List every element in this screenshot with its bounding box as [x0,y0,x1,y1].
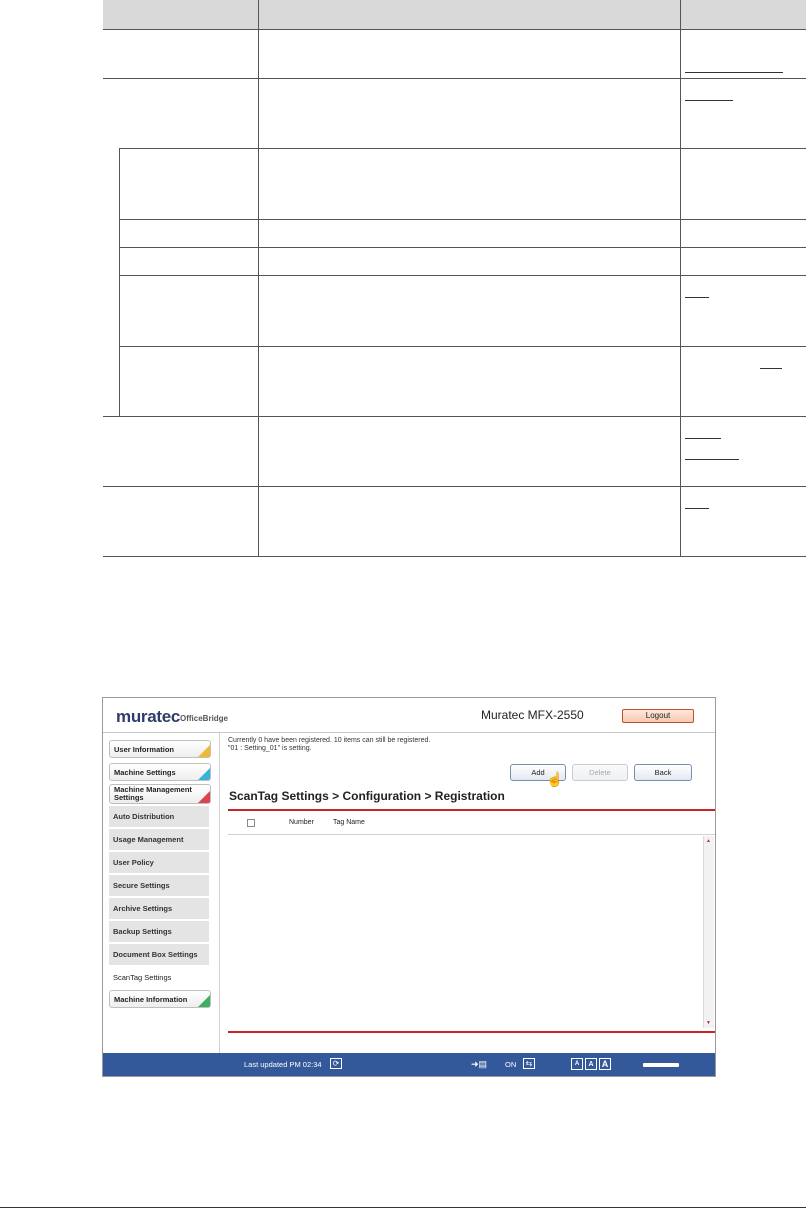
tab-machine-management-settings[interactable]: Machine Management Settings [109,784,211,804]
sidebar-item-archive-settings[interactable]: Archive Settings [109,898,209,920]
product-name: OfficeBridge [180,714,229,723]
status-indicator-bar [643,1063,679,1067]
delete-button[interactable]: Delete [572,764,628,781]
row-divider [119,148,806,149]
tab-machine-information[interactable]: Machine Information [109,990,211,1008]
row-divider [119,346,806,347]
underline-mark [685,297,709,298]
tab-label: Machine Management Settings [114,785,192,802]
sidebar-item-user-policy[interactable]: User Policy [109,852,209,874]
table-header-row [103,0,806,29]
sidebar-item-document-box-settings[interactable]: Document Box Settings [109,944,209,966]
tab-user-information[interactable]: User Information [109,740,211,758]
registration-status: Currently 0 have been registered. 10 ite… [228,737,430,753]
row-divider [103,29,806,30]
font-size-small[interactable]: A [571,1058,583,1070]
current-setting-text: "01 : Setting_01" is setting. [228,745,312,752]
muratec-logo: muratec [116,707,181,726]
switch-icon[interactable]: ⇆ [523,1058,535,1069]
sidebar-item-scantag-settings[interactable]: ScanTag Settings [109,967,209,989]
back-button[interactable]: Back [634,764,692,781]
column-divider [258,0,259,557]
corner-marker-icon [198,768,210,780]
status-bar: Last updated PM 02:34 ⟳ ➜▤ ON ⇆ A A A [103,1053,715,1076]
column-divider [680,0,681,557]
row-divider [103,556,806,557]
header-bar: muratec OfficeBridge Muratec MFX-2550 Lo… [103,698,715,733]
underline-mark [685,72,783,73]
row-divider [103,486,806,487]
model-name: Muratec MFX-2550 [481,708,584,722]
refresh-icon[interactable]: ⟳ [330,1058,342,1069]
list-header: Number Tag Name [228,811,715,835]
main-content: Currently 0 have been registered. 10 ite… [220,733,715,1053]
sidebar: User Information Machine Settings Machin… [103,733,220,1053]
scroll-down-icon[interactable]: ▼ [706,1020,711,1026]
select-all-checkbox[interactable] [247,819,255,827]
scroll-up-icon[interactable]: ▲ [706,838,711,844]
column-header-tag-name: Tag Name [333,819,365,826]
corner-marker-icon [198,995,210,1007]
row-divider [119,219,806,220]
font-size-large[interactable]: A [599,1058,611,1070]
sidebar-item-secure-settings[interactable]: Secure Settings [109,875,209,897]
underline-mark [760,368,782,369]
corner-marker-icon [198,745,210,757]
connection-status: ON [505,1060,517,1069]
divider-red [228,1031,715,1033]
tab-machine-settings[interactable]: Machine Settings [109,763,211,781]
list-scrollbar[interactable]: ▲ ▼ [703,836,714,1028]
underline-mark [685,438,721,439]
sidebar-item-backup-settings[interactable]: Backup Settings [109,921,209,943]
font-size-medium[interactable]: A [585,1058,597,1070]
page-title: ScanTag Settings > Configuration > Regis… [229,789,505,803]
row-divider [119,247,806,248]
sidebar-item-usage-management[interactable]: Usage Management [109,829,209,851]
reference-table [103,0,806,557]
registration-count-text: Currently 0 have been registered. 10 ite… [228,737,431,744]
scantag-registration-screen: muratec OfficeBridge Muratec MFX-2550 Lo… [102,697,716,1077]
underline-mark [685,508,709,509]
row-divider [119,275,806,276]
row-divider [103,416,806,417]
underline-mark [685,459,739,460]
tab-label: Machine Settings [114,768,176,777]
logout-button[interactable]: Logout [622,709,694,723]
corner-marker-icon [198,791,210,803]
hand-pointer-icon: ☝ [546,771,564,787]
tab-label: Machine Information [114,995,188,1004]
underline-mark [685,100,733,101]
indent-divider [119,148,120,416]
row-divider [103,78,806,79]
device-connection-icon: ➜▤ [471,1059,488,1069]
last-updated-text: Last updated PM 02:34 [244,1060,322,1069]
sidebar-item-auto-distribution[interactable]: Auto Distribution [109,806,209,828]
tab-label: User Information [114,745,175,754]
column-header-number: Number [289,819,314,826]
